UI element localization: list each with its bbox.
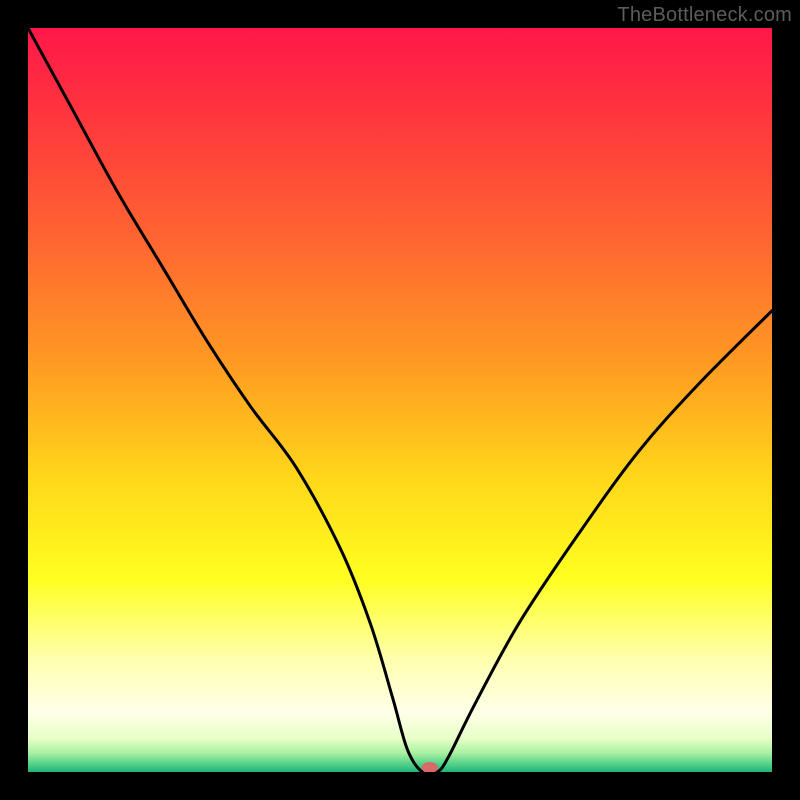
plot-background bbox=[28, 28, 772, 772]
attribution-text: TheBottleneck.com bbox=[617, 4, 792, 27]
chart-container: TheBottleneck.com bbox=[0, 0, 800, 800]
bottleneck-chart bbox=[28, 28, 772, 772]
